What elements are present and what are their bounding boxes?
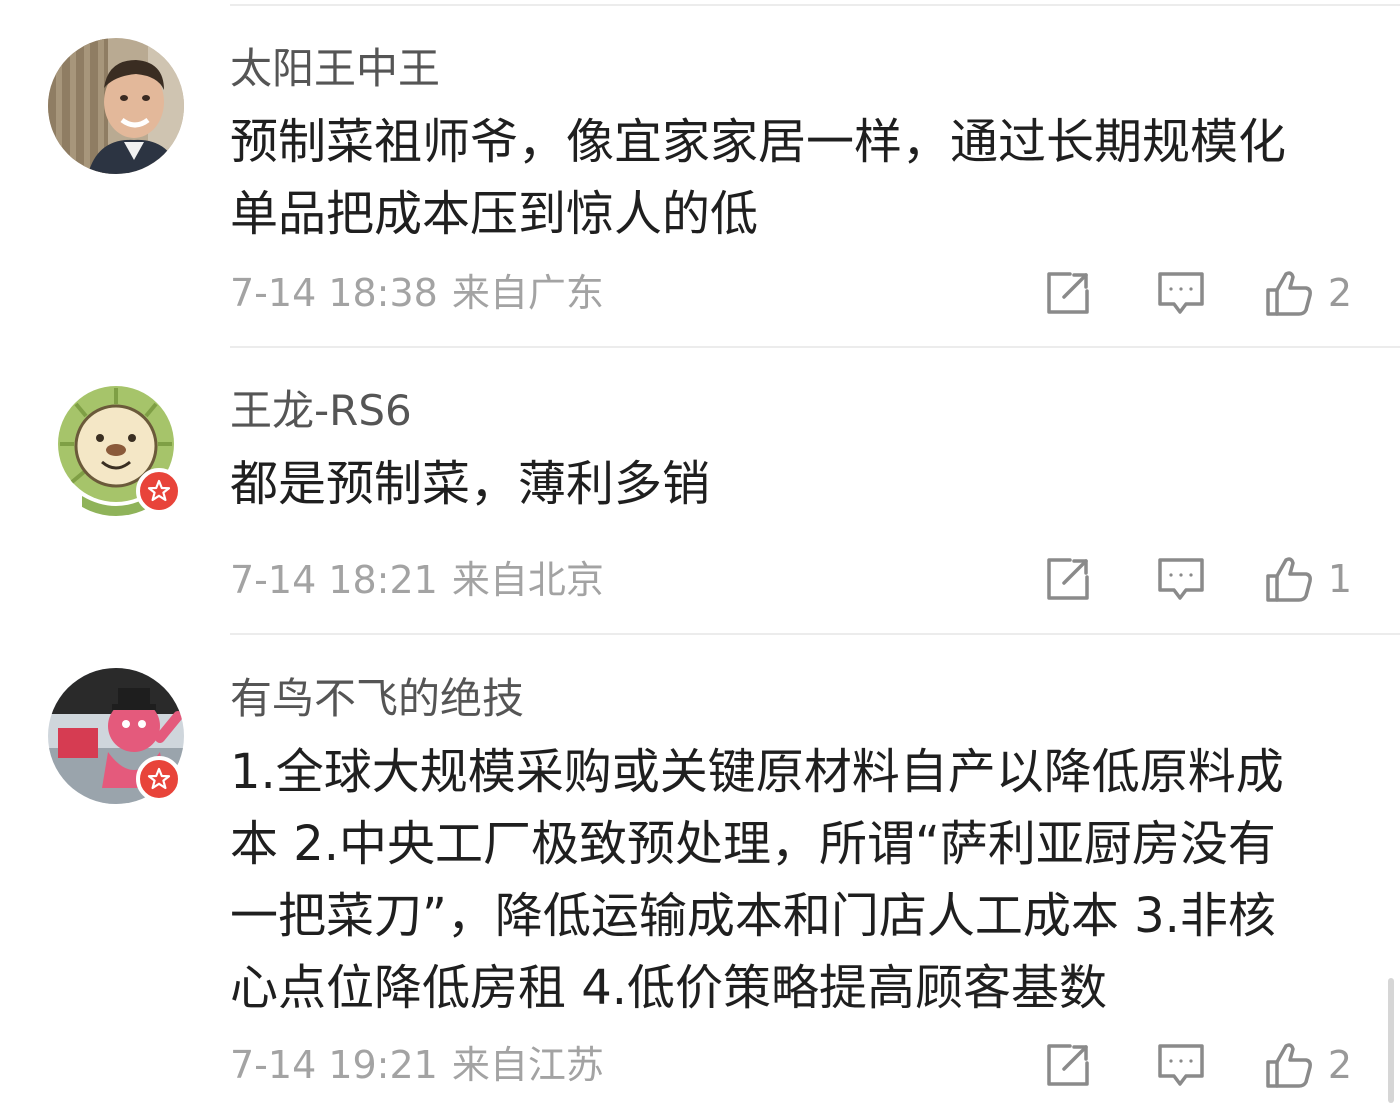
comment-time: 7-14 18:21 — [230, 558, 438, 602]
thumbs-up-icon — [1264, 1040, 1314, 1090]
comment-icon — [1156, 269, 1206, 317]
share-button[interactable] — [1044, 555, 1092, 603]
divider — [230, 633, 1400, 635]
comment-location: 来自广东 — [451, 271, 604, 315]
comment-location: 来自江苏 — [451, 1043, 604, 1087]
thumbs-up-icon — [1264, 554, 1314, 604]
share-button[interactable] — [1044, 1041, 1092, 1089]
comment-actions: 2 — [1044, 1040, 1352, 1090]
comment-actions: 1 — [1044, 554, 1352, 604]
comment-location: 来自北京 — [451, 558, 604, 602]
comment-meta: 7-14 18:38 来自广东 — [230, 274, 604, 312]
comment-text: 预制菜祖师爷，像宜家家居一样，通过长期规模化 单品把成本压到惊人的低 — [230, 106, 1330, 250]
comment-actions: 2 — [1044, 268, 1352, 318]
like-count: 2 — [1327, 271, 1352, 315]
reply-button[interactable] — [1156, 269, 1206, 317]
like-count: 1 — [1327, 557, 1352, 601]
like-button[interactable]: 1 — [1264, 554, 1352, 604]
like-button[interactable]: 2 — [1264, 1040, 1352, 1090]
comment-icon — [1156, 555, 1206, 603]
comment-text-line: 单品把成本压到惊人的低 — [230, 186, 759, 242]
username[interactable]: 有鸟不飞的绝技 — [230, 678, 524, 720]
reply-button[interactable] — [1156, 1041, 1206, 1089]
like-count: 2 — [1327, 1043, 1352, 1087]
divider — [230, 346, 1400, 348]
share-icon — [1044, 555, 1092, 603]
avatar[interactable] — [48, 38, 184, 174]
comment-thread: 太阳王中王 预制菜祖师爷，像宜家家居一样，通过长期规模化 单品把成本压到惊人的低… — [0, 0, 1400, 1103]
scrollbar[interactable] — [1388, 978, 1394, 1103]
comment-meta: 7-14 18:21 来自北京 — [230, 561, 604, 599]
share-button[interactable] — [1044, 269, 1092, 317]
share-icon — [1044, 1041, 1092, 1089]
comment-text: 都是预制菜，薄利多销 — [230, 448, 1330, 520]
comment-time: 7-14 18:38 — [230, 271, 438, 315]
thumbs-up-icon — [1264, 268, 1314, 318]
comment-text-line: 预制菜祖师爷，像宜家家居一样，通过长期规模化 — [230, 114, 1287, 170]
comment-icon — [1156, 1041, 1206, 1089]
comment-text-line: 都是预制菜，薄利多销 — [230, 456, 711, 512]
username[interactable]: 太阳王中王 — [230, 48, 440, 90]
comment-text-line: 1.全球大规模采购或关键原材料自产以降低原料成 — [230, 744, 1284, 800]
username[interactable]: 王龙-RS6 — [230, 390, 412, 432]
verified-badge-icon — [136, 756, 182, 802]
comment-text-line: 本 2.中央工厂极致预处理，所谓“萨利亚厨房没有 — [230, 816, 1276, 872]
portrait-avatar-icon — [48, 38, 184, 174]
divider — [230, 4, 1400, 6]
comment-text: 1.全球大规模采购或关键原材料自产以降低原料成 本 2.中央工厂极致预处理，所谓… — [230, 736, 1330, 1024]
avatar[interactable] — [48, 380, 184, 516]
comment-text-line: 心点位降低房租 4.低价策略提高顾客基数 — [230, 960, 1108, 1016]
reply-button[interactable] — [1156, 555, 1206, 603]
comment-meta: 7-14 19:21 来自江苏 — [230, 1046, 604, 1084]
comment-text-line: 一把菜刀”，降低运输成本和门店人工成本 3.非核 — [230, 888, 1276, 944]
share-icon — [1044, 269, 1092, 317]
like-button[interactable]: 2 — [1264, 268, 1352, 318]
comment-time: 7-14 19:21 — [230, 1043, 438, 1087]
avatar[interactable] — [48, 668, 184, 804]
verified-badge-icon — [136, 468, 182, 514]
